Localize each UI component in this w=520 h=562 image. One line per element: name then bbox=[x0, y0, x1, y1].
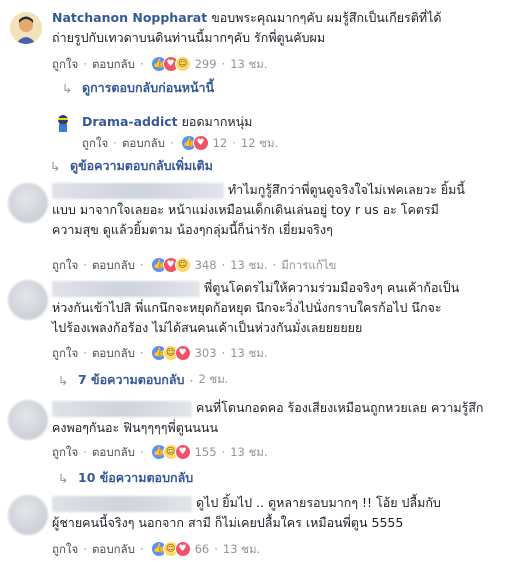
reaction-summary[interactable]: 👍 ☺ ♥ 66 bbox=[150, 540, 210, 558]
reaction-count: 348 bbox=[194, 258, 217, 272]
comment-actions: ถูกใจ · ตอบกลับ · 👍 ☺ ♥ 303 · 13 ชม. bbox=[52, 344, 268, 362]
view-previous-replies[interactable]: ↳ ดูการตอบกลับก่อนหน้านี้ bbox=[62, 78, 214, 98]
comment-author-redacted[interactable] bbox=[52, 182, 224, 199]
reaction-count: 303 bbox=[194, 346, 217, 360]
like-button[interactable]: ถูกใจ bbox=[52, 55, 78, 73]
reaction-count: 66 bbox=[194, 542, 210, 556]
comment-text: ยอดมากหนุ่ม bbox=[181, 114, 253, 129]
reaction-summary[interactable]: 👍 ♥ 12 bbox=[180, 134, 228, 152]
edited-label[interactable]: มีการแก้ไข bbox=[281, 256, 336, 274]
reply-arrow-icon: ↳ bbox=[50, 158, 61, 174]
reaction-count: 12 bbox=[212, 136, 228, 150]
comment-author-redacted[interactable] bbox=[52, 280, 200, 297]
reaction-count: 155 bbox=[194, 445, 217, 459]
view-previous-replies-label: ดูการตอบกลับก่อนหน้านี้ bbox=[82, 80, 215, 95]
timestamp[interactable]: 13 ชม. bbox=[230, 344, 267, 362]
avatar[interactable] bbox=[8, 280, 48, 320]
reply-button[interactable]: ตอบกลับ bbox=[92, 540, 135, 558]
like-button[interactable]: ถูกใจ bbox=[52, 540, 78, 558]
like-button[interactable]: ถูกใจ bbox=[52, 344, 78, 362]
comment-text: คงพอๆกันอะ ฟินๆๆๆๆพี่ตูนนนน bbox=[52, 420, 219, 435]
timestamp[interactable]: 13 ชม. bbox=[230, 443, 267, 461]
timestamp[interactable]: 12 ชม. bbox=[241, 134, 278, 152]
comment-actions: ถูกใจ · ตอบกลับ · 👍 ☺ ♥ 155 · 13 ชม. bbox=[52, 443, 268, 461]
comment-text: ไปร้องเพลงก้อร้อง ไม่ได้สนคนเค้าเป็นห่วง… bbox=[52, 320, 363, 335]
love-reaction-icon: ♥ bbox=[174, 444, 191, 460]
reply-button[interactable]: ตอบกลับ bbox=[92, 443, 135, 461]
avatar[interactable] bbox=[52, 112, 74, 134]
reaction-summary[interactable]: 👍 ♥ ☺ 299 bbox=[150, 55, 217, 73]
like-button[interactable]: ถูกใจ bbox=[52, 443, 78, 461]
reaction-summary[interactable]: 👍 ♥ ☺ 348 bbox=[150, 256, 217, 274]
comment-actions: ถูกใจ · ตอบกลับ · 👍 ♥ ☺ 348 · 13 ชม. · ม… bbox=[52, 256, 337, 274]
view-replies-7-label: 7 ข้อความตอบกลับ bbox=[78, 372, 185, 387]
view-more-replies[interactable]: ↳ ดูข้อความตอบกลับเพิ่มเติม bbox=[50, 156, 213, 176]
reply-button[interactable]: ตอบกลับ bbox=[92, 344, 135, 362]
timestamp[interactable]: 13 ชม. bbox=[230, 55, 267, 73]
love-reaction-icon: ♥ bbox=[174, 541, 191, 557]
view-more-replies-label: ดูข้อความตอบกลับเพิ่มเติม bbox=[70, 158, 213, 173]
comment-text: แบบ มาจากใจเลยอะ หน้าแม่งเหมือนเด็กเดินเ… bbox=[52, 202, 439, 217]
comment-actions: ถูกใจ · ตอบกลับ · 👍 ♥ ☺ 299 · 13 ชม. bbox=[52, 55, 268, 73]
reply-button[interactable]: ตอบกลับ bbox=[92, 55, 135, 73]
avatar-photo bbox=[10, 12, 42, 44]
comment-author-redacted[interactable] bbox=[52, 495, 192, 512]
comment-text: ทำไมกูรู้สึกว่าพี่ตูนดูจริงใจไม่เฟคเลยวะ… bbox=[227, 182, 465, 197]
reply-button[interactable]: ตอบกลับ bbox=[92, 256, 135, 274]
avatar-photo bbox=[52, 112, 74, 134]
comment-author[interactable]: Drama-addict bbox=[82, 114, 178, 129]
comment-actions: ถูกใจ · ตอบกลับ · 👍 ♥ 12 · 12 ชม. bbox=[82, 134, 279, 152]
comment-text: ขอบพระคุณมากๆคับ ผมรู้สึกเป็นเกียรติที่ไ… bbox=[211, 10, 442, 25]
timestamp[interactable]: 13 ชม. bbox=[230, 256, 267, 274]
comment-text: คนที่โดนกอดคอ ร้องเสียงเหมือนถูกหวยเลย ค… bbox=[195, 400, 484, 415]
view-replies-10-label: 10 ข้อความตอบกลับ bbox=[78, 470, 194, 485]
avatar[interactable] bbox=[8, 183, 48, 223]
comment-text: ผู้ชายคนนี้จริงๆ นอกจาก สามี ก็ไม่เคยปลื… bbox=[52, 515, 404, 530]
reaction-summary[interactable]: 👍 ☺ ♥ 303 bbox=[150, 344, 217, 362]
reply-arrow-icon: ↳ bbox=[58, 372, 69, 388]
love-reaction-icon: ♥ bbox=[192, 135, 209, 151]
comment-text: พี่ตูนโคตรไม่ให้ความร่วมมือจริงๆ คนเค้าก… bbox=[203, 280, 460, 295]
reaction-count: 299 bbox=[194, 57, 217, 71]
haha-reaction-icon: ☺ bbox=[174, 257, 191, 273]
comment-author[interactable]: Natchanon Noppharat bbox=[52, 10, 207, 25]
haha-reaction-icon: ☺ bbox=[174, 56, 191, 72]
comment-text: ห่วงกันเข้าไปสิ พี่แกนึกจะหยุดก้อหยุด นึ… bbox=[52, 300, 442, 315]
view-replies-10[interactable]: ↳ 10 ข้อความตอบกลับ bbox=[58, 468, 193, 488]
avatar[interactable] bbox=[8, 400, 48, 440]
replies-timestamp: 2 ชม. bbox=[198, 372, 229, 386]
view-replies-7[interactable]: ↳ 7 ข้อความตอบกลับ · 2 ชม. bbox=[58, 370, 228, 390]
comment-actions: ถูกใจ · ตอบกลับ · 👍 ☺ ♥ 66 · 13 ชม. bbox=[52, 540, 261, 558]
comment-text: ถ่ายรูปกับเทวดาบนดินท่านนี้มากๆคับ รักพี… bbox=[52, 30, 326, 45]
reply-button[interactable]: ตอบกลับ bbox=[122, 134, 165, 152]
like-button[interactable]: ถูกใจ bbox=[52, 256, 78, 274]
comment-text: ความสุข ดูแล้วยิ้มตาม น้องๆกลุ่มนี้ก็น่า… bbox=[52, 222, 333, 237]
reply-arrow-icon: ↳ bbox=[62, 80, 73, 96]
love-reaction-icon: ♥ bbox=[174, 345, 191, 361]
comment-author-redacted[interactable] bbox=[52, 400, 192, 417]
timestamp[interactable]: 13 ชม. bbox=[223, 540, 260, 558]
avatar[interactable] bbox=[8, 495, 48, 535]
like-button[interactable]: ถูกใจ bbox=[82, 134, 108, 152]
reaction-summary[interactable]: 👍 ☺ ♥ 155 bbox=[150, 443, 217, 461]
comment-text: ดูไป ยิ้มไป .. ดูหลายรอบมากๆ !! โอ้ย ปลื… bbox=[195, 495, 441, 510]
avatar[interactable] bbox=[10, 12, 42, 44]
reply-arrow-icon: ↳ bbox=[58, 470, 69, 486]
